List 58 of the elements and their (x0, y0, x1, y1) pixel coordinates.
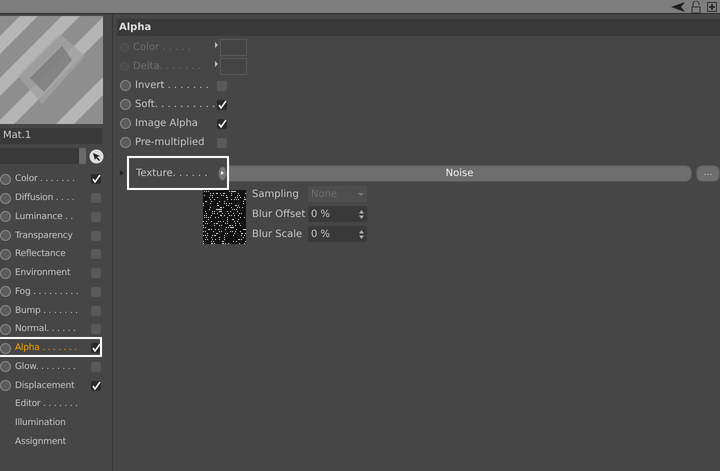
keyframe-dot-icon (0, 380, 11, 392)
parameter-label: Image Alpha (135, 118, 199, 129)
channel-item[interactable]: Assignment (15, 436, 66, 447)
keyframe-dot-icon (0, 211, 11, 222)
channel-item[interactable]: Alpha . . . . . . . (15, 343, 89, 354)
cursor-icon[interactable] (89, 148, 104, 164)
keyframe-dot-icon (0, 324, 11, 335)
channel-item[interactable]: Diffusion . . . . (15, 193, 89, 204)
keyframe-dot-icon (120, 99, 131, 110)
channel-item[interactable]: Environment (15, 268, 89, 278)
setting-label: Blur Offset (252, 208, 306, 220)
keyframe-dot-icon (120, 80, 131, 91)
keyframe-dot-icon (0, 174, 11, 185)
spin-arrows-icon[interactable] (359, 210, 364, 218)
checkbox[interactable] (217, 100, 227, 110)
parameter-label: Invert . . . . . . . (135, 80, 210, 91)
parameter-label: Soft. . . . . . . . . . (135, 99, 216, 110)
keyframe-dot-icon (0, 230, 11, 242)
channel-item[interactable]: Glow. . . . . . . . (15, 362, 89, 372)
parameter-label: Texture. . . . . . (136, 168, 209, 178)
channel-item[interactable]: Illumination (15, 418, 66, 428)
keyframe-dot-icon (0, 342, 11, 354)
channel-item[interactable]: Transparency (15, 230, 89, 241)
channel-item[interactable]: Normal. . . . . . (15, 324, 89, 334)
checkbox[interactable] (91, 174, 101, 184)
setting-label: Sampling (252, 188, 300, 200)
keyframe-dot-icon (0, 361, 11, 372)
lock-icon[interactable] (691, 0, 701, 12)
material-name-field[interactable]: Mat.1 (0, 128, 102, 144)
keyframe-dot-icon (0, 305, 11, 316)
checkbox[interactable] (217, 118, 227, 128)
channel-item[interactable]: Reflectance (15, 249, 89, 260)
checkbox[interactable] (91, 380, 101, 391)
setting-label: Blur Scale (252, 228, 304, 240)
keyframe-dot-icon (0, 268, 11, 279)
channel-item[interactable]: Displacement (15, 380, 89, 391)
number-field[interactable]: 0 % (308, 226, 367, 242)
checkbox[interactable] (91, 343, 101, 354)
keyframe-dot-icon (0, 286, 11, 298)
shader-button[interactable]: Noise (227, 164, 692, 182)
dropdown-field[interactable] (0, 148, 86, 164)
channel-item[interactable]: Luminance . . (15, 212, 89, 222)
new-panel-icon[interactable] (707, 2, 717, 12)
channel-item[interactable]: Color . . . . . . . (15, 174, 89, 184)
keyframe-dot-icon (120, 118, 131, 129)
section-header: Alpha (117, 19, 720, 36)
more-button[interactable]: ... (696, 164, 720, 182)
number-field[interactable]: 0 % (308, 206, 367, 222)
back-arrow-icon[interactable] (671, 2, 685, 12)
channel-item[interactable]: Fog . . . . . . . . . (15, 286, 89, 297)
keyframe-dot-icon (0, 248, 11, 260)
spin-arrows-icon[interactable] (359, 230, 364, 238)
parameter-label: Pre-multiplied (135, 137, 206, 148)
keyframe-dot-icon (0, 192, 11, 204)
channel-item[interactable]: Editor . . . . . . . (15, 399, 78, 410)
keyframe-dot-icon (120, 137, 131, 148)
menu-button[interactable] (218, 166, 227, 180)
channel-item[interactable]: Bump . . . . . . . (15, 306, 89, 316)
